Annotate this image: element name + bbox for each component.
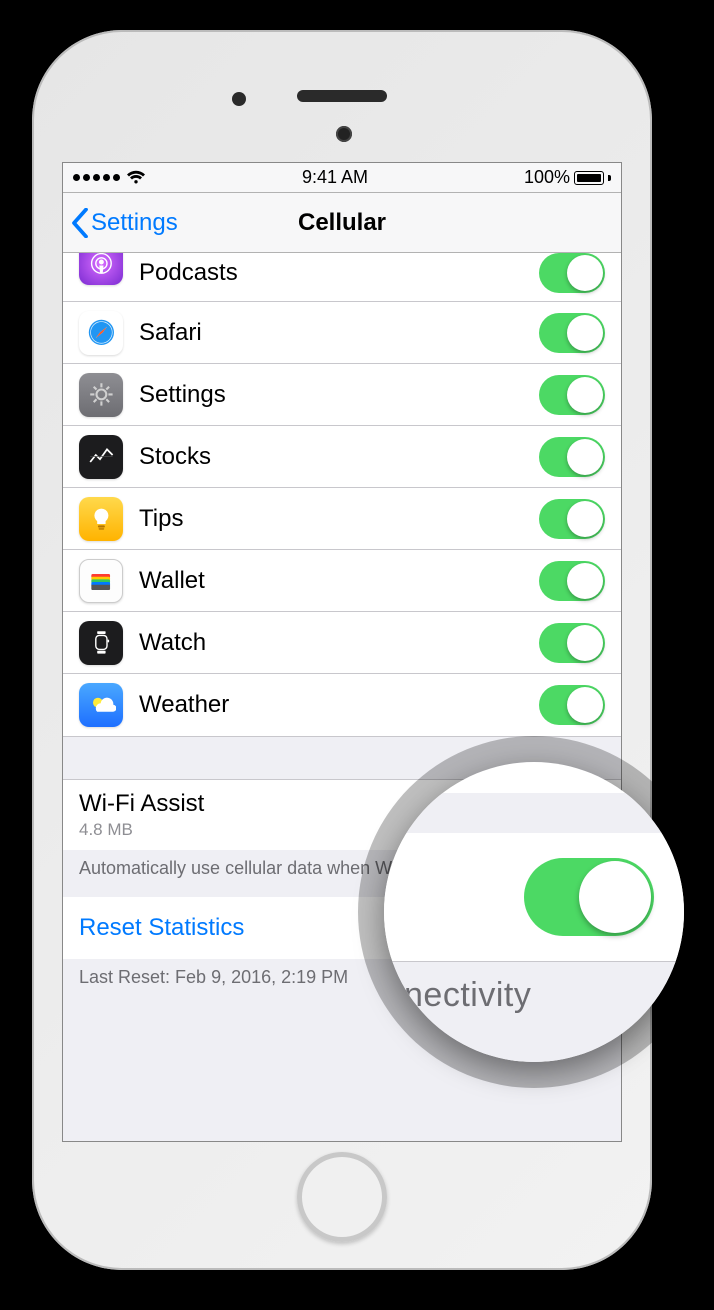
app-row-stocks: Stocks: [63, 426, 621, 488]
toggle-tips[interactable]: [539, 499, 605, 539]
toggle-watch[interactable]: [539, 623, 605, 663]
app-row-tips: Tips: [63, 488, 621, 550]
app-label: Podcasts: [139, 259, 539, 287]
magnified-wifi-assist-row: [384, 832, 684, 962]
toggle-weather[interactable]: [539, 685, 605, 725]
app-label: Weather: [139, 691, 539, 719]
toggle-wallet[interactable]: [539, 561, 605, 601]
status-time: 9:41 AM: [302, 167, 368, 188]
back-button[interactable]: Settings: [71, 193, 178, 252]
app-row-weather: Weather: [63, 674, 621, 736]
earpiece: [297, 90, 387, 102]
app-label: Watch: [139, 629, 539, 657]
phone-frame: 9:41 AM 100% Settings Cellular: [32, 30, 652, 1270]
status-left: [73, 170, 146, 185]
status-bar: 9:41 AM 100%: [63, 163, 621, 193]
weather-icon: [79, 683, 123, 727]
wifi-icon: [126, 170, 146, 185]
proximity-sensor: [232, 92, 246, 106]
app-label: Settings: [139, 381, 539, 409]
app-row-wallet: Wallet: [63, 550, 621, 612]
stocks-icon: [79, 435, 123, 479]
toggle-safari[interactable]: [539, 313, 605, 353]
magnified-toggle-wifi-assist[interactable]: [524, 858, 654, 936]
podcasts-icon: [79, 253, 123, 285]
toggle-stocks[interactable]: [539, 437, 605, 477]
app-row-settings: Settings: [63, 364, 621, 426]
app-label: Stocks: [139, 443, 539, 471]
front-camera: [336, 126, 352, 142]
app-row-podcasts: Podcasts: [63, 253, 621, 302]
wallet-icon: [79, 559, 123, 603]
toggle-settings[interactable]: [539, 375, 605, 415]
back-label: Settings: [91, 209, 178, 237]
app-label: Safari: [139, 319, 539, 347]
app-row-watch: Watch: [63, 612, 621, 674]
safari-icon: [79, 311, 123, 355]
app-label: Tips: [139, 505, 539, 533]
nav-bar: Settings Cellular: [63, 193, 621, 253]
settings-icon: [79, 373, 123, 417]
magnified-footer-fragment: nectivity: [384, 962, 684, 1062]
signal-dots-icon: [73, 174, 120, 181]
page-title: Cellular: [298, 209, 386, 237]
app-row-safari: Safari: [63, 302, 621, 364]
app-list-group: Podcasts Safari Settings: [63, 253, 621, 736]
home-button[interactable]: [297, 1152, 387, 1242]
status-battery: 100%: [524, 167, 611, 188]
watch-icon: [79, 621, 123, 665]
battery-pct: 100%: [524, 167, 570, 188]
magnifier-callout: nectivity: [384, 762, 684, 1062]
chevron-left-icon: [71, 208, 89, 238]
tips-icon: [79, 497, 123, 541]
app-label: Wallet: [139, 567, 539, 595]
battery-icon: [574, 171, 604, 185]
toggle-podcasts[interactable]: [539, 253, 605, 293]
